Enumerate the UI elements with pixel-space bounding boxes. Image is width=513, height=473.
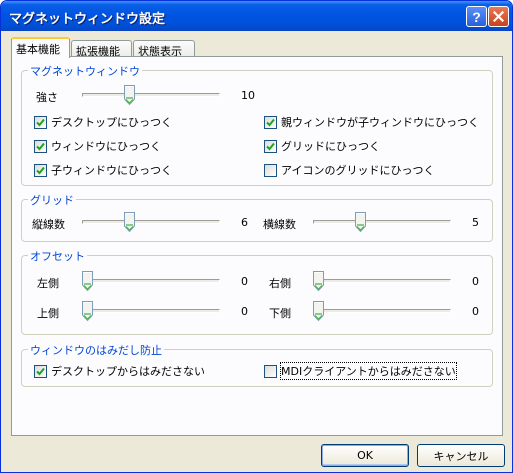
grid-group: グリッド 縦線数 6 横線数 5	[21, 192, 493, 242]
checkbox-label: デスクトップにひっつく	[51, 116, 172, 129]
close-icon	[493, 11, 504, 22]
offset-right-slider[interactable]	[313, 271, 451, 291]
title-bar: マグネットウィンドウ設定 ?	[1, 1, 512, 31]
group-title: ウィンドウのはみだし防止	[28, 342, 164, 358]
offset-group: オフセット 左側 0 右側 0 上側 0 下側 0	[21, 248, 493, 335]
checkbox-box[interactable]	[34, 115, 47, 129]
checkbox-label: 親ウィンドウが子ウィンドウにひっつく	[281, 116, 479, 129]
offset-left-value: 0	[241, 275, 248, 288]
checkmark-icon	[36, 142, 45, 150]
checkbox-snap-window[interactable]: ウィンドウにひっつく	[34, 138, 161, 154]
vertical-lines-value: 6	[241, 216, 248, 229]
slider-thumb[interactable]	[82, 271, 93, 291]
checkbox-no-overflow-mdi[interactable]: MDIクライアントからはみださない	[264, 362, 457, 380]
slider-track	[82, 93, 220, 97]
checkbox-label: デスクトップからはみださない	[51, 365, 205, 378]
checkbox-no-overflow-desktop[interactable]: デスクトップからはみださない	[34, 363, 205, 379]
offset-top-value: 0	[241, 305, 248, 318]
checkmark-icon	[36, 118, 45, 126]
checkbox-box[interactable]	[264, 139, 277, 153]
slider-track	[82, 309, 220, 313]
slider-thumb[interactable]	[124, 85, 135, 105]
checkbox-box[interactable]	[34, 163, 47, 177]
checkbox-snap-desktop[interactable]: デスクトップにひっつく	[34, 114, 172, 130]
horizontal-lines-slider[interactable]	[313, 212, 451, 232]
checkbox-parent-snap-child[interactable]: 親ウィンドウが子ウィンドウにひっつく	[264, 114, 479, 130]
slider-track	[82, 220, 220, 224]
offset-right-label: 右側	[269, 277, 291, 290]
slider-track	[313, 220, 451, 224]
checkbox-snap-icon-grid[interactable]: アイコンのグリッドにひっつく	[264, 162, 434, 178]
ok-button[interactable]: OK	[321, 444, 409, 467]
magnet-group: マグネットウィンドウ 強さ 10 デスクトップにひっつく 親ウィンドウが子ウィン…	[21, 63, 493, 186]
checkbox-box[interactable]	[34, 139, 47, 153]
group-title: オフセット	[28, 248, 87, 264]
overflow-group: ウィンドウのはみだし防止 デスクトップからはみださない MDIクライアントからは…	[21, 342, 493, 387]
strength-slider[interactable]	[82, 85, 220, 105]
offset-left-label: 左側	[37, 277, 59, 290]
offset-right-value: 0	[472, 275, 479, 288]
checkmark-icon	[36, 367, 45, 375]
cancel-button[interactable]: キャンセル	[417, 444, 505, 467]
offset-bottom-value: 0	[472, 305, 479, 318]
checkbox-snap-grid[interactable]: グリッドにひっつく	[264, 138, 380, 154]
checkbox-box[interactable]	[264, 115, 277, 129]
horizontal-lines-label: 横線数	[263, 218, 296, 231]
slider-track	[313, 279, 451, 283]
vertical-lines-label: 縦線数	[32, 218, 65, 231]
slider-track	[82, 279, 220, 283]
checkmark-icon	[266, 142, 275, 150]
slider-thumb[interactable]	[355, 212, 366, 232]
button-label: OK	[357, 449, 373, 462]
offset-top-label: 上側	[37, 307, 59, 320]
tab-basic[interactable]: 基本機能	[11, 37, 70, 58]
strength-label: 強さ	[36, 91, 58, 104]
offset-top-slider[interactable]	[82, 301, 220, 321]
group-title: グリッド	[28, 192, 76, 208]
checkbox-label: MDIクライアントからはみださない	[280, 362, 457, 380]
group-title: マグネットウィンドウ	[28, 63, 142, 79]
close-button[interactable]	[488, 6, 509, 27]
window-title: マグネットウィンドウ設定	[9, 11, 166, 26]
help-icon: ?	[472, 8, 481, 25]
checkbox-box[interactable]	[264, 163, 277, 177]
help-button[interactable]: ?	[466, 6, 487, 27]
slider-thumb[interactable]	[313, 301, 324, 321]
slider-thumb[interactable]	[82, 301, 93, 321]
slider-thumb[interactable]	[313, 271, 324, 291]
checkbox-snap-child[interactable]: 子ウィンドウにひっつく	[34, 162, 172, 178]
strength-value: 10	[241, 89, 255, 102]
offset-left-slider[interactable]	[82, 271, 220, 291]
checkbox-label: 子ウィンドウにひっつく	[51, 164, 172, 177]
offset-bottom-label: 下側	[269, 307, 291, 320]
checkbox-box[interactable]	[264, 364, 277, 378]
vertical-lines-slider[interactable]	[82, 212, 220, 232]
tab-label: 基本機能	[16, 43, 60, 56]
checkmark-icon	[266, 118, 275, 126]
checkbox-label: ウィンドウにひっつく	[51, 140, 161, 153]
slider-thumb[interactable]	[124, 212, 135, 232]
checkbox-label: グリッドにひっつく	[281, 140, 380, 153]
offset-bottom-slider[interactable]	[313, 301, 451, 321]
checkbox-box[interactable]	[34, 364, 47, 378]
checkbox-label: アイコンのグリッドにひっつく	[281, 164, 435, 177]
checkmark-icon	[36, 166, 45, 174]
horizontal-lines-value: 5	[472, 216, 479, 229]
tab-panel-basic: マグネットウィンドウ 強さ 10 デスクトップにひっつく 親ウィンドウが子ウィン…	[11, 56, 503, 436]
settings-dialog: マグネットウィンドウ設定 ? 基本機能 拡張機能 状態表示 マグネットウィンドウ…	[0, 0, 513, 473]
slider-track	[313, 309, 451, 313]
button-label: キャンセル	[433, 449, 489, 463]
